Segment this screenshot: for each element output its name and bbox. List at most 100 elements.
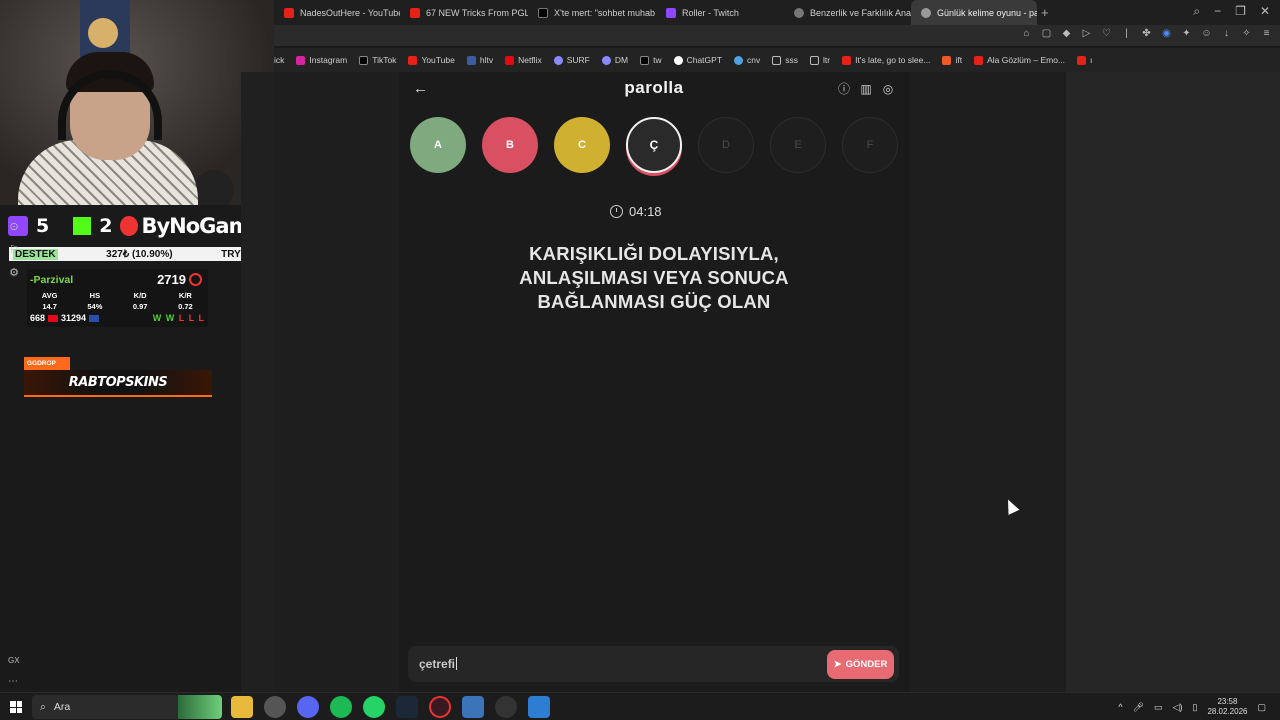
opera-gx-icon[interactable] bbox=[429, 696, 451, 718]
menu-icon[interactable]: ≡ bbox=[1261, 28, 1272, 39]
netflix-icon bbox=[505, 55, 515, 65]
tab-active[interactable]: Günlük kelime oyunu - pa bbox=[911, 0, 1037, 25]
bookmark-ltr[interactable]: ltr bbox=[810, 55, 830, 65]
letter-f: F bbox=[842, 117, 898, 173]
rank-eu: 31294 bbox=[61, 313, 87, 323]
volume-icon[interactable]: ◁) bbox=[1173, 702, 1183, 713]
info-icon[interactable]: ⓘ bbox=[837, 82, 851, 96]
extension-icon[interactable]: ✤ bbox=[1141, 28, 1152, 39]
snapshot-icon[interactable]: ▢ bbox=[1041, 28, 1052, 39]
twitch-count: 5 bbox=[36, 215, 50, 237]
microphone-icon[interactable]: 🎤︎ bbox=[1133, 702, 1144, 713]
minimize-icon[interactable]: − bbox=[1214, 4, 1221, 19]
dm-icon bbox=[601, 55, 611, 65]
gx-label[interactable]: GX bbox=[8, 656, 20, 665]
answer-value[interactable]: çetrefi bbox=[419, 657, 458, 671]
clock-icon bbox=[610, 205, 623, 218]
download-icon[interactable]: ↓ bbox=[1221, 28, 1232, 39]
tab-0[interactable]: NadesOutHere - YouTube bbox=[274, 0, 400, 25]
network-icon[interactable]: ▭ bbox=[1154, 702, 1163, 713]
bookmark-surf[interactable]: SURF bbox=[553, 55, 590, 65]
tab-4[interactable]: Benzerlik ve Farklılık Anali bbox=[784, 0, 911, 25]
steam-icon[interactable] bbox=[396, 696, 418, 718]
close-icon[interactable]: ✕ bbox=[1260, 4, 1270, 19]
divider-icon: | bbox=[1125, 28, 1128, 39]
bookmark-sss[interactable]: sss bbox=[772, 55, 798, 65]
bookmark-instagram[interactable]: Instagram bbox=[296, 55, 347, 65]
stats-icon[interactable]: ▥ bbox=[859, 82, 873, 96]
gear-icon[interactable]: ⚙ bbox=[4, 266, 24, 279]
bookmark-chatgpt[interactable]: ChatGPT bbox=[673, 55, 722, 65]
new-tab-button[interactable]: + bbox=[1041, 5, 1049, 20]
bookmark-tw[interactable]: tw bbox=[640, 55, 662, 65]
youtube-icon bbox=[974, 55, 984, 65]
answer-input[interactable] bbox=[408, 646, 899, 682]
search-icon[interactable]: ⌕ bbox=[1193, 4, 1200, 19]
windows-start-icon[interactable] bbox=[10, 701, 22, 713]
sound-icon[interactable]: ◉ bbox=[1161, 28, 1172, 39]
faceit-level-icon bbox=[189, 273, 202, 286]
right-side-panel bbox=[1066, 72, 1280, 692]
folder-icon bbox=[810, 55, 819, 65]
faceit-stats-card: -Parzival 2719 AVG HS K/D K/R 14.7 54% 0… bbox=[27, 269, 208, 327]
bookmark-0[interactable]: ick bbox=[274, 55, 284, 65]
send-button[interactable]: ➤ GÖNDER bbox=[827, 650, 894, 679]
bookmark-netflix[interactable]: Netflix bbox=[505, 55, 542, 65]
stats-grid: AVG HS K/D K/R 14.7 54% 0.97 0.72 bbox=[41, 291, 193, 311]
bookmark-last[interactable]: ı bbox=[1077, 55, 1092, 65]
tab-1[interactable]: 67 NEW Tricks From PGL bbox=[400, 0, 528, 25]
profile-icon[interactable]: ◎ bbox=[881, 82, 895, 96]
bynogame-icon bbox=[120, 216, 139, 236]
bookmark-ift[interactable]: ift bbox=[942, 55, 962, 65]
notification-icon[interactable]: ▢ bbox=[1257, 702, 1266, 713]
file-explorer-icon[interactable] bbox=[231, 696, 253, 718]
chevron-up-icon[interactable]: ^ bbox=[1118, 702, 1122, 712]
restore-icon[interactable]: ❐ bbox=[1235, 4, 1246, 19]
address-bar[interactable]: ⌂ ▢ ◆ ▷ ♡ | ✤ ◉ ✦ ☺ ↓ ✧ ≡ bbox=[274, 25, 1280, 47]
letter-d: D bbox=[698, 117, 754, 173]
tab-2[interactable]: X'te mert: "sohbet muhab bbox=[528, 0, 656, 25]
app3-icon[interactable] bbox=[495, 696, 517, 718]
account-icon[interactable]: ☺ bbox=[1201, 28, 1212, 39]
heart-icon[interactable]: ♡ bbox=[1101, 28, 1112, 39]
overlay-side-icons: ⊙ ⚐ ⚙ bbox=[4, 220, 24, 289]
pin-icon[interactable]: ⊙ bbox=[4, 220, 24, 233]
app4-icon[interactable] bbox=[528, 696, 550, 718]
play-icon[interactable]: ▷ bbox=[1081, 28, 1092, 39]
puzzle-icon[interactable]: ✦ bbox=[1181, 28, 1192, 39]
discord-icon[interactable] bbox=[297, 696, 319, 718]
clock[interactable]: 23:58 28.02.2026 bbox=[1207, 697, 1247, 717]
youtube-icon bbox=[284, 7, 294, 18]
bookmark-dm[interactable]: DM bbox=[601, 55, 628, 65]
kick-icon bbox=[73, 217, 92, 235]
letter-a: A bbox=[410, 117, 466, 173]
battery-icon[interactable]: ▯ bbox=[1192, 702, 1197, 713]
donation-goal-bar: DESTEK 327₺ (10.90%) TRY3000 bbox=[9, 247, 267, 261]
youtube-icon bbox=[408, 55, 418, 65]
ggdrop-badge: GGDROP bbox=[24, 357, 70, 370]
bookmark-tiktok[interactable]: TikTok bbox=[359, 55, 396, 65]
flag-icon[interactable]: ⚐ bbox=[4, 243, 24, 256]
globe-icon bbox=[921, 7, 931, 18]
app-icon[interactable] bbox=[264, 696, 286, 718]
x-icon bbox=[538, 7, 548, 18]
more-icon[interactable]: ⋯ bbox=[8, 676, 18, 687]
ai-icon[interactable]: ✧ bbox=[1241, 28, 1252, 39]
bookmark-hltv[interactable]: hltv bbox=[466, 55, 493, 65]
recent-results: W W L L L bbox=[152, 313, 205, 323]
shield-icon[interactable]: ◆ bbox=[1061, 28, 1072, 39]
app2-icon[interactable] bbox=[462, 696, 484, 718]
bookmark-youtube[interactable]: YouTube bbox=[408, 55, 455, 65]
bookmark-cnv[interactable]: cnv bbox=[734, 55, 760, 65]
spotify-icon[interactable] bbox=[330, 696, 352, 718]
toolbar-icons: ⌂ ▢ ◆ ▷ ♡ | ✤ ◉ ✦ ☺ ↓ ✧ ≡ bbox=[1021, 28, 1272, 39]
bookmark-icon[interactable]: ⌂ bbox=[1021, 28, 1032, 39]
whatsapp-icon[interactable] bbox=[363, 696, 385, 718]
canva-icon bbox=[734, 55, 744, 65]
back-arrow-icon[interactable]: ← bbox=[413, 80, 428, 97]
tiktok-icon bbox=[359, 55, 369, 65]
taskbar-search[interactable]: ⌕ Ara bbox=[32, 695, 222, 719]
tab-3[interactable]: Roller - Twitch bbox=[656, 0, 784, 25]
bookmark-late[interactable]: It's late, go to slee... bbox=[842, 55, 930, 65]
bookmark-ala-gozlum[interactable]: Ala Gözlüm – Emo... bbox=[974, 55, 1065, 65]
